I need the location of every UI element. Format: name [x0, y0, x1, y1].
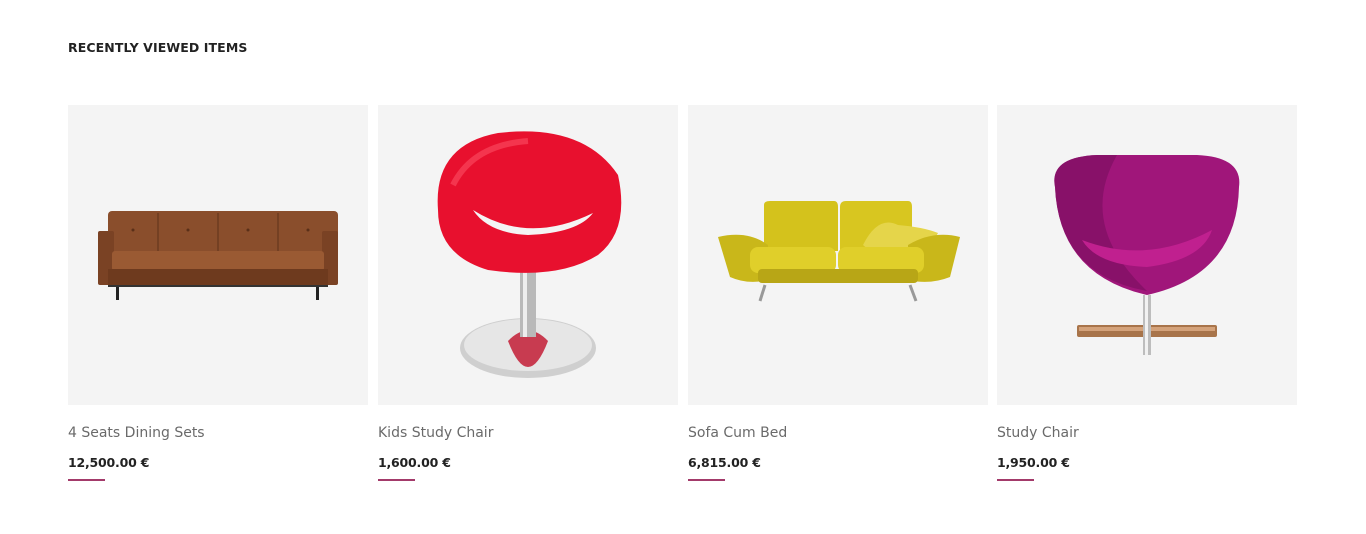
product-image-sofa-bed[interactable]	[688, 105, 988, 405]
product-card[interactable]: Sofa Cum Bed 6,815.00 €	[688, 105, 988, 481]
product-card[interactable]: 4 Seats Dining Sets 12,500.00 €	[68, 105, 368, 481]
product-price: 1,600.00 €	[378, 455, 451, 470]
red-swivel-chair-image	[437, 131, 622, 378]
price-underline	[688, 479, 725, 481]
product-price: 6,815.00 €	[688, 455, 761, 470]
product-image-study-chair[interactable]	[997, 105, 1297, 405]
product-card[interactable]: Study Chair 1,950.00 €	[997, 105, 1297, 481]
product-name[interactable]: Sofa Cum Bed	[688, 425, 988, 441]
yellow-sofa-image	[718, 201, 960, 302]
product-name[interactable]: Kids Study Chair	[378, 425, 678, 441]
product-card[interactable]: Kids Study Chair 1,600.00 €	[378, 105, 678, 481]
price-underline	[378, 479, 415, 481]
recently-viewed-grid: 4 Seats Dining Sets 12,500.00 € Kids Stu…	[68, 105, 1298, 505]
product-name[interactable]: 4 Seats Dining Sets	[68, 425, 368, 441]
product-price: 1,950.00 €	[997, 455, 1070, 470]
price-underline	[68, 479, 105, 481]
brown-leather-sofa-image	[98, 211, 338, 300]
purple-egg-chair-image	[1054, 155, 1240, 355]
price-underline	[997, 479, 1034, 481]
product-image-sofa[interactable]	[68, 105, 368, 405]
product-name[interactable]: Study Chair	[997, 425, 1297, 441]
product-image-chair[interactable]	[378, 105, 678, 405]
section-title: RECENTLY VIEWED ITEMS	[68, 40, 248, 55]
product-price: 12,500.00 €	[68, 455, 150, 470]
